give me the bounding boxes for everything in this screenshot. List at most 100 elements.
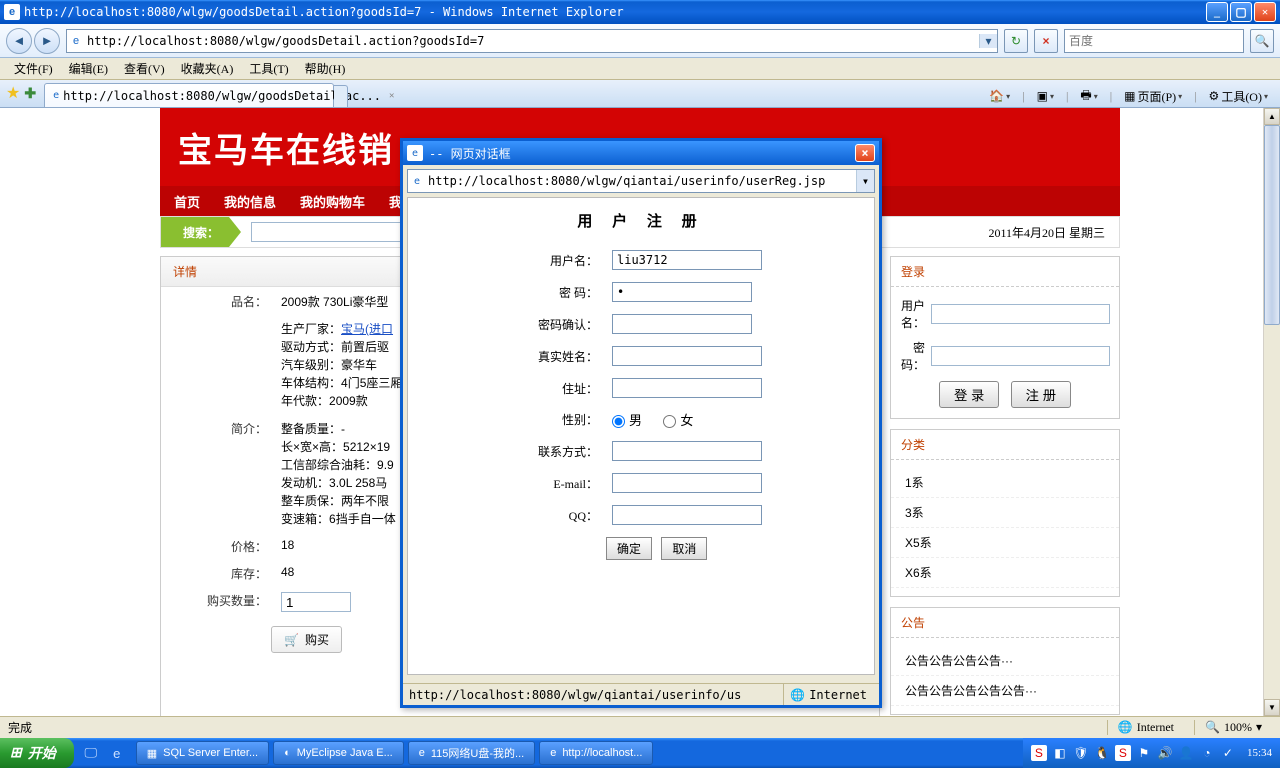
start-button[interactable]: ⊞ 开始 <box>0 738 74 768</box>
favorites-icon[interactable]: ★ <box>6 83 20 103</box>
tray-qq-icon[interactable]: 🐧 <box>1094 745 1110 761</box>
dialog-ie-icon: e <box>407 145 423 161</box>
reg-realname-input[interactable] <box>612 346 762 366</box>
login-user-input[interactable] <box>931 304 1110 324</box>
buy-button[interactable]: 🛒 购买 <box>271 626 342 653</box>
cat-item[interactable]: X6系 <box>891 558 1119 588</box>
reg-gender-male[interactable]: 男 <box>612 413 642 428</box>
page-date: 2011年4月20日 星期三 <box>988 224 1105 241</box>
app-icon: ◐ <box>284 747 291 759</box>
add-favorite-icon[interactable]: ✚ <box>24 85 36 102</box>
menu-file[interactable]: 文件(F) <box>6 57 61 80</box>
scroll-thumb[interactable] <box>1264 125 1280 325</box>
new-tab-button[interactable] <box>334 85 348 107</box>
tray-sogou2-icon[interactable]: S <box>1115 745 1131 761</box>
task-115[interactable]: e115网络U盘-我的... <box>408 741 535 765</box>
task-myeclipse[interactable]: ◐MyEclipse Java E... <box>273 741 404 765</box>
reg-gender-female[interactable]: 女 <box>663 413 693 428</box>
reg-addr-input[interactable] <box>612 378 762 398</box>
home-button[interactable]: 🏠▾ <box>985 87 1014 106</box>
tray-clock[interactable]: 15:34 <box>1247 747 1272 759</box>
status-zone[interactable]: 🌐Internet <box>1107 720 1184 735</box>
cat-item[interactable]: X5系 <box>891 528 1119 558</box>
label-qty: 购买数量： <box>163 588 273 616</box>
tray-icon[interactable]: ⚑ <box>1136 745 1152 761</box>
nav-home[interactable]: 首页 <box>174 192 200 211</box>
menu-edit[interactable]: 编辑(E) <box>61 57 116 80</box>
dialog-address-bar[interactable]: e http://localhost:8080/wlgw/qiantai/use… <box>407 169 875 193</box>
dialog-body: 用 户 注 册 用户名： 密 码： 密码确认： 真实姓名： 住址： 性别： 男 … <box>407 197 875 675</box>
reg-pass-input[interactable] <box>612 282 752 302</box>
site-search-input[interactable] <box>251 222 401 242</box>
label-stock: 库存： <box>163 561 273 586</box>
login-button[interactable]: 登 录 <box>939 381 999 408</box>
tray-msn-icon[interactable]: 👤 <box>1178 745 1194 761</box>
address-bar[interactable]: e ▾ <box>66 29 998 53</box>
label-price: 价格： <box>163 534 273 559</box>
ql-ie-icon[interactable]: e <box>106 742 128 764</box>
tray-icon[interactable]: ◧ <box>1052 745 1068 761</box>
cat-item[interactable]: 1系 <box>891 468 1119 498</box>
reg-contact-input[interactable] <box>612 441 762 461</box>
login-pass-input[interactable] <box>931 346 1110 366</box>
forward-button[interactable]: ► <box>34 28 60 54</box>
address-input[interactable] <box>85 30 979 52</box>
dialog-addr-dropdown[interactable]: ▾ <box>856 170 874 192</box>
reg-qq-input[interactable] <box>612 505 762 525</box>
task-localhost[interactable]: ehttp://localhost... <box>539 741 653 765</box>
search-go-button[interactable]: 🔍 <box>1250 29 1274 53</box>
tray-icon[interactable]: 🛡 <box>1073 745 1089 761</box>
reg-realname-label: 真实姓名： <box>514 341 604 371</box>
window-close-button[interactable]: × <box>1254 2 1276 22</box>
login-pass-label: 密 码： <box>901 339 925 373</box>
notice-header: 公告 <box>891 608 1119 638</box>
tray-sogou-icon[interactable]: S <box>1031 745 1047 761</box>
task-sqlserver[interactable]: ▦SQL Server Enter... <box>136 741 269 765</box>
maximize-button[interactable]: ▢ <box>1230 2 1252 22</box>
browser-search-input[interactable] <box>1065 30 1243 52</box>
address-dropdown[interactable]: ▾ <box>979 34 997 48</box>
nav-info[interactable]: 我的信息 <box>224 192 276 211</box>
dialog-close-button[interactable]: × <box>855 144 875 162</box>
notice-item[interactable]: 公告公告公告公告公告··· <box>891 676 1119 706</box>
reg-confirm-label: 密码确认： <box>514 309 604 339</box>
reg-ok-button[interactable]: 确定 <box>606 537 652 560</box>
menu-help[interactable]: 帮助(H) <box>297 57 354 80</box>
stop-button[interactable]: × <box>1034 29 1058 53</box>
menu-favorites[interactable]: 收藏夹(A) <box>173 57 242 80</box>
reg-cancel-button[interactable]: 取消 <box>661 537 707 560</box>
refresh-button[interactable]: ↻ <box>1004 29 1028 53</box>
label-intro: 简介： <box>163 416 273 532</box>
dialog-titlebar[interactable]: e -- 网页对话框 × <box>403 141 879 165</box>
menu-view[interactable]: 查看(V) <box>116 57 173 80</box>
register-button[interactable]: 注 册 <box>1011 381 1071 408</box>
back-button[interactable]: ◄ <box>6 28 32 54</box>
page-menu-button[interactable]: ▦ 页面(P)▾ <box>1120 86 1186 107</box>
tab-close-icon[interactable]: ✕ <box>389 91 394 101</box>
zoom-control[interactable]: 🔍 100% ▾ <box>1194 720 1272 735</box>
vertical-scrollbar[interactable]: ▲ ▼ <box>1263 108 1280 716</box>
tray-icon[interactable]: ◔ <box>1199 745 1215 761</box>
tools-menu-button[interactable]: ⚙ 工具(O)▾ <box>1205 86 1272 107</box>
tray-safe-icon[interactable]: ✓ <box>1220 745 1236 761</box>
qty-input[interactable] <box>281 592 351 612</box>
nav-cart[interactable]: 我的购物车 <box>300 192 365 211</box>
menu-tools[interactable]: 工具(T) <box>241 57 296 80</box>
scroll-down-button[interactable]: ▼ <box>1264 699 1280 716</box>
ql-desktop-icon[interactable]: 🖵 <box>80 742 102 764</box>
tray-volume-icon[interactable]: 🔊 <box>1157 745 1173 761</box>
window-title: http://localhost:8080/wlgw/goodsDetail.a… <box>24 5 1204 19</box>
reg-confirm-input[interactable] <box>612 314 752 334</box>
feeds-button[interactable]: ▣▾ <box>1033 87 1058 106</box>
print-button[interactable]: 🖶▾ <box>1076 84 1101 109</box>
app-icon: e <box>419 747 425 759</box>
browser-search-box[interactable] <box>1064 29 1244 53</box>
cat-item[interactable]: 3系 <box>891 498 1119 528</box>
notice-item[interactable]: 公告公告公告公告··· <box>891 646 1119 676</box>
scroll-up-button[interactable]: ▲ <box>1264 108 1280 125</box>
minimize-button[interactable]: _ <box>1206 2 1228 22</box>
taskbar: ⊞ 开始 🖵 e ▦SQL Server Enter... ◐MyEclipse… <box>0 738 1280 768</box>
reg-email-input[interactable] <box>612 473 762 493</box>
tab-active[interactable]: e http://localhost:8080/wlgw/goodsDetail… <box>44 83 334 107</box>
reg-user-input[interactable] <box>612 250 762 270</box>
